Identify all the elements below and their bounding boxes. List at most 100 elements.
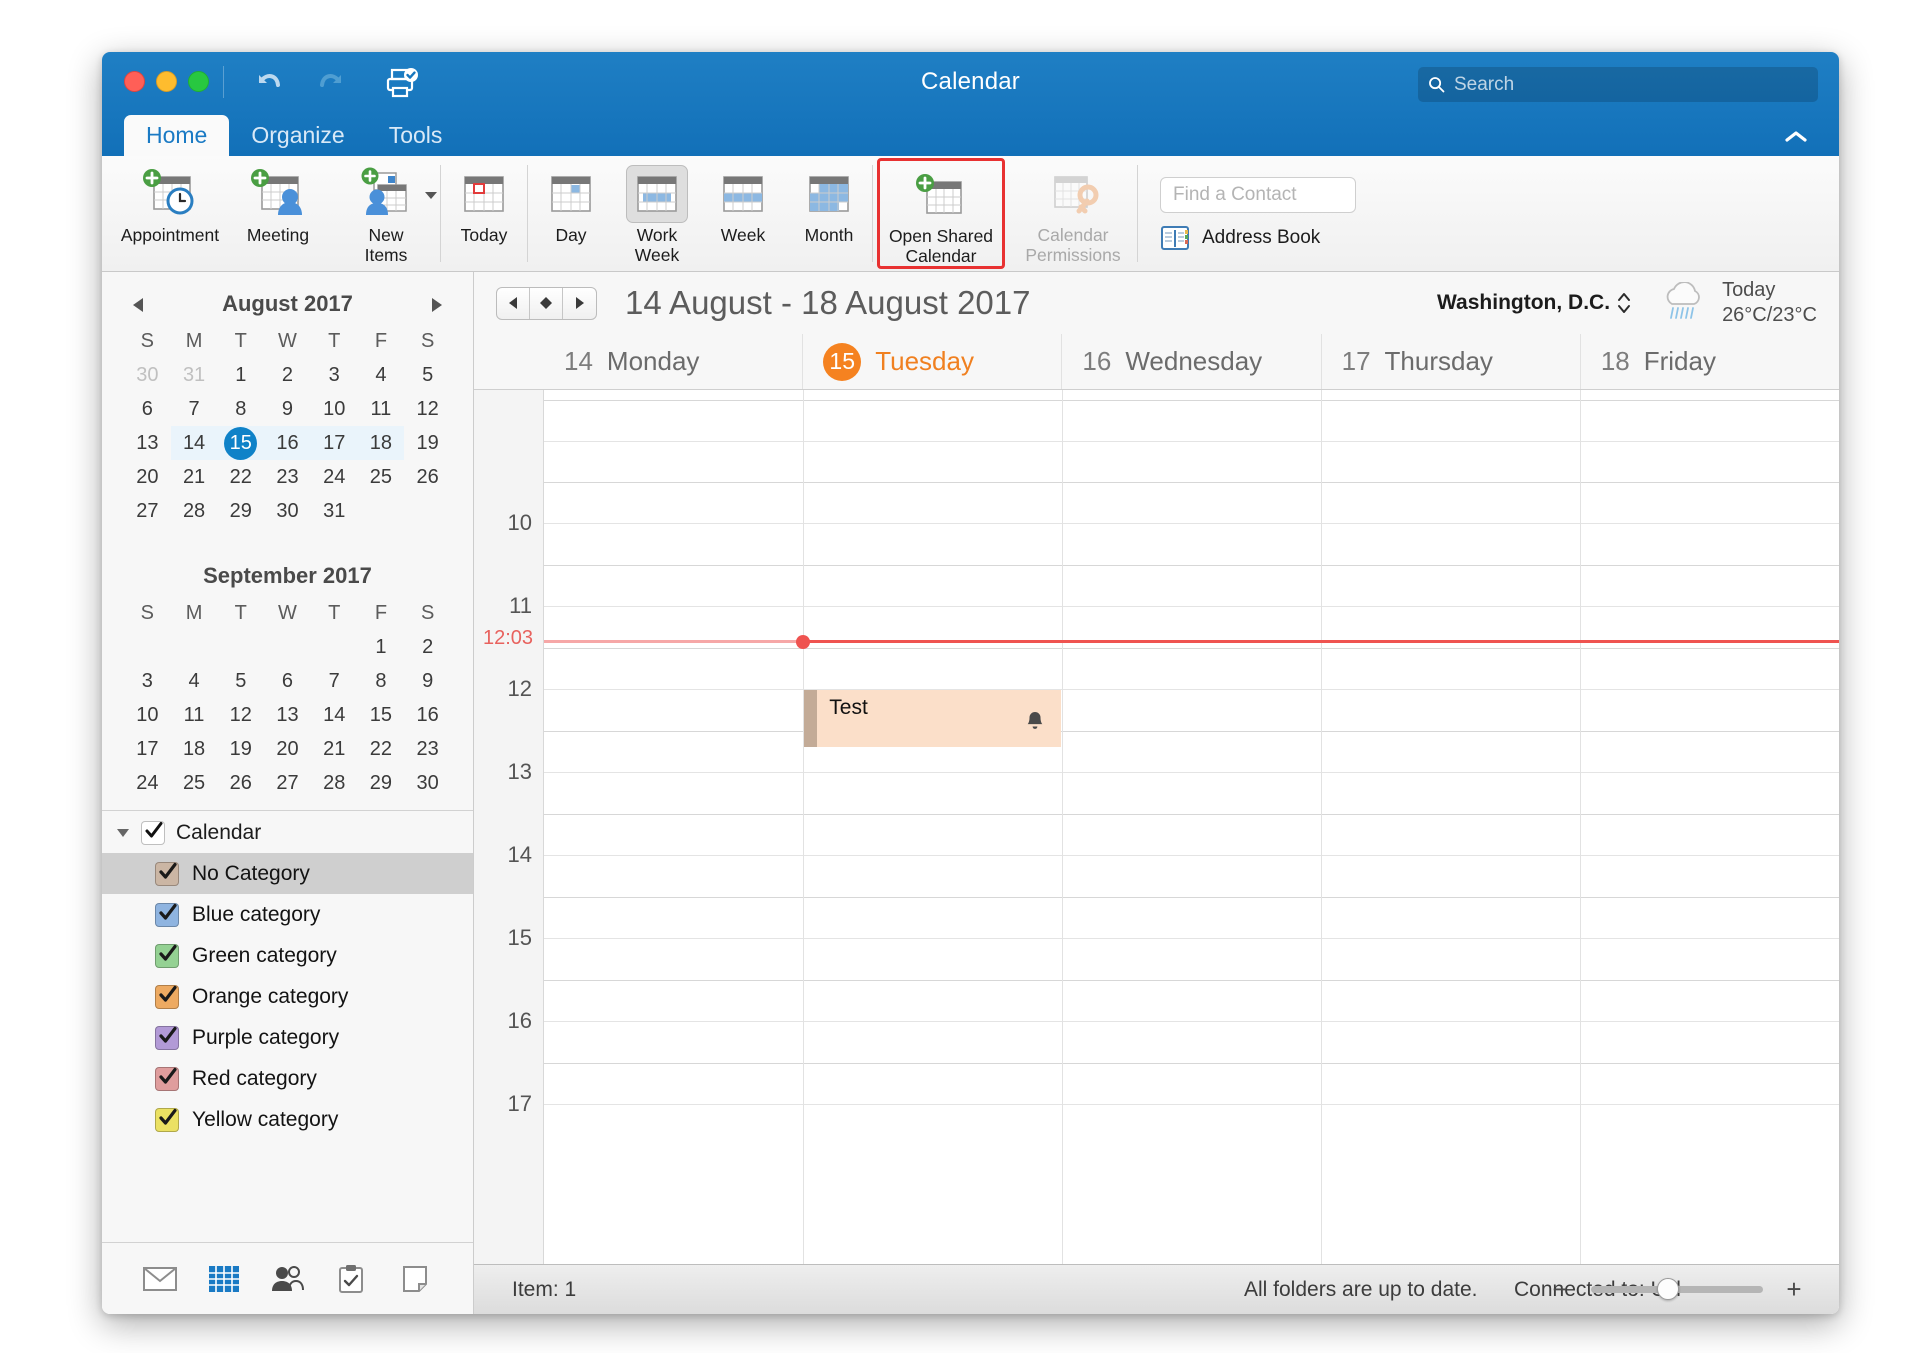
category-checkbox[interactable]	[155, 1066, 179, 1091]
day-header-monday[interactable]: 14 Monday	[544, 334, 802, 389]
print-button[interactable]	[380, 64, 424, 102]
day-header-friday[interactable]: 18 Friday	[1579, 334, 1839, 389]
mini-day-cell[interactable]: 24	[124, 766, 171, 800]
collapse-ribbon-button[interactable]	[1781, 124, 1811, 150]
mini-day-cell[interactable]: 20	[264, 732, 311, 766]
mini-day-cell[interactable]: 18	[357, 426, 405, 460]
mini-day-cell[interactable]: 23	[264, 460, 311, 494]
undo-button[interactable]	[244, 64, 288, 102]
tab-tools[interactable]: Tools	[367, 115, 465, 156]
mini-day-cell[interactable]: 8	[217, 392, 264, 426]
address-book-button[interactable]: Address Book	[1160, 225, 1356, 251]
mini-day-cell[interactable]: 7	[311, 664, 358, 698]
day-header-thursday[interactable]: 17 Thursday	[1320, 334, 1580, 389]
mini-day-cell[interactable]: 14	[311, 698, 358, 732]
mini-day-cell[interactable]	[217, 630, 264, 664]
mini-day-cell[interactable]: 1	[217, 358, 264, 392]
calendar-grid-area[interactable]: Test	[544, 390, 1839, 1264]
mini-day-cell[interactable]: 5	[217, 664, 264, 698]
mini-day-cell[interactable]: 29	[358, 766, 405, 800]
module-button-notes[interactable]	[394, 1261, 436, 1297]
category-row-blue[interactable]: Blue category	[102, 894, 473, 935]
mini-day-cell[interactable]	[311, 630, 358, 664]
mini-day-cell[interactable]: 4	[358, 358, 405, 392]
mini-day-cell[interactable]: 24	[311, 460, 358, 494]
ribbon-button-today[interactable]: Today	[441, 156, 527, 271]
redo-button[interactable]	[312, 64, 356, 102]
mini-day-cell[interactable]: 9	[264, 392, 311, 426]
mini-day-cell[interactable]: 16	[264, 426, 311, 460]
mini-day-cell[interactable]: 12	[217, 698, 264, 732]
mini-day-cell[interactable]: 28	[171, 494, 218, 528]
ribbon-button-day[interactable]: Day	[528, 156, 614, 271]
mini-day-cell[interactable]: 20	[124, 460, 171, 494]
mini-day-cell[interactable]: 31	[311, 494, 358, 528]
category-row-yellow[interactable]: Yellow category	[102, 1099, 473, 1140]
category-row-red[interactable]: Red category	[102, 1058, 473, 1099]
category-checkbox[interactable]	[155, 861, 179, 886]
mini-day-cell[interactable]: 11	[358, 392, 405, 426]
mini-day-cell[interactable]: 21	[311, 732, 358, 766]
mini-day-cell[interactable]: 31	[171, 358, 218, 392]
ribbon-button-meeting[interactable]: Meeting	[224, 156, 332, 271]
mini-day-cell[interactable]: 30	[404, 766, 451, 800]
mini-day-cell[interactable]: 7	[171, 392, 218, 426]
module-button-calendar[interactable]	[203, 1261, 245, 1297]
mini-day-cell[interactable]: 19	[217, 732, 264, 766]
category-checkbox[interactable]	[155, 902, 179, 927]
mini-day-cell[interactable]: 22	[217, 460, 264, 494]
weather-location-selector[interactable]: Washington, D.C.	[1437, 290, 1632, 316]
mini-day-cell[interactable]: 12	[404, 392, 451, 426]
mini-day-cell[interactable]	[264, 630, 311, 664]
tab-organize[interactable]: Organize	[229, 115, 366, 156]
mini-day-cell[interactable]: 25	[171, 766, 218, 800]
calendar-next-button[interactable]	[563, 288, 596, 319]
zoom-out-button[interactable]: −	[1549, 1274, 1571, 1305]
mini-day-cell[interactable]: 11	[171, 698, 218, 732]
mini-day-cell[interactable]: 6	[124, 392, 171, 426]
category-checkbox[interactable]	[155, 984, 179, 1009]
mini-day-cell[interactable]: 28	[311, 766, 358, 800]
mini-day-cell[interactable]	[404, 494, 451, 528]
tab-home[interactable]: Home	[124, 115, 230, 156]
mini-day-cell[interactable]: 26	[404, 460, 451, 494]
mini-day-cell-today[interactable]: 15	[217, 426, 265, 460]
mini-day-cell[interactable]: 30	[124, 358, 171, 392]
category-checkbox[interactable]	[155, 1025, 179, 1050]
ribbon-button-month[interactable]: Month	[786, 156, 872, 271]
mini-day-cell[interactable]: 13	[124, 426, 171, 460]
mini-day-cell[interactable]: 25	[358, 460, 405, 494]
calendar-today-button[interactable]	[530, 287, 563, 319]
mini-calendar-prev-button[interactable]	[130, 296, 146, 312]
mini-day-cell[interactable]: 22	[358, 732, 405, 766]
calendar-root-row[interactable]: Calendar	[102, 811, 473, 853]
mini-day-cell[interactable]: 8	[358, 664, 405, 698]
calendar-grid[interactable]: 10 11 12 13 14 15 16 17 12:03 Test	[474, 390, 1839, 1264]
find-contact-field[interactable]	[1160, 176, 1356, 213]
ribbon-button-work-week[interactable]: Work Week	[614, 156, 700, 271]
ribbon-button-appointment[interactable]: Appointment	[116, 156, 224, 271]
zoom-slider-thumb[interactable]	[1657, 1278, 1680, 1300]
mini-day-cell[interactable]: 26	[217, 766, 264, 800]
global-search[interactable]	[1418, 67, 1818, 102]
mini-day-cell[interactable]	[124, 630, 171, 664]
mini-day-cell[interactable]: 21	[171, 460, 218, 494]
zoom-slider[interactable]	[1591, 1278, 1763, 1300]
mini-day-cell[interactable]: 10	[311, 392, 358, 426]
close-window-button[interactable]	[124, 71, 145, 92]
category-row-green[interactable]: Green category	[102, 935, 473, 976]
day-header-wednesday[interactable]: 16 Wednesday	[1061, 334, 1320, 389]
category-row-orange[interactable]: Orange category	[102, 976, 473, 1017]
mini-day-cell[interactable]: 27	[124, 494, 171, 528]
mini-calendar-next-button[interactable]	[429, 296, 445, 312]
ribbon-button-new-items[interactable]: New Items	[332, 156, 440, 271]
ribbon-button-open-shared-calendar[interactable]: Open Shared Calendar	[877, 158, 1005, 269]
category-checkbox[interactable]	[155, 1107, 179, 1132]
category-row-purple[interactable]: Purple category	[102, 1017, 473, 1058]
mini-day-cell[interactable]	[171, 630, 218, 664]
mini-day-cell[interactable]: 15	[358, 698, 405, 732]
zoom-window-button[interactable]	[188, 71, 209, 92]
module-button-tasks[interactable]	[330, 1261, 372, 1297]
chevron-down-icon[interactable]	[424, 188, 438, 206]
mini-day-cell[interactable]: 10	[124, 698, 171, 732]
